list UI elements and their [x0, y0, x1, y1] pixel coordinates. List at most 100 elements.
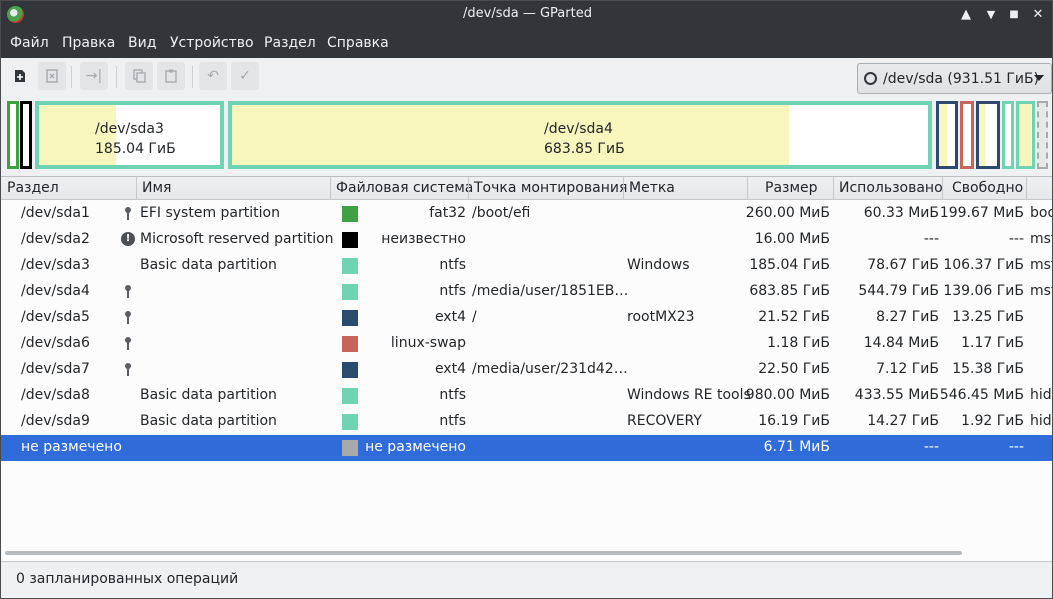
- column-separator: [833, 177, 834, 200]
- cell-used: ---: [923, 231, 939, 247]
- menu-device[interactable]: Устройство: [170, 35, 254, 51]
- filesystem-color-swatch: [342, 440, 358, 456]
- resize-move-icon[interactable]: →|: [80, 62, 108, 90]
- key-icon: [125, 363, 131, 377]
- cell-size: 1.18 ГиБ: [767, 335, 830, 351]
- diskmap-sda9[interactable]: [1016, 101, 1035, 169]
- cell-free: 13.25 ГиБ: [952, 309, 1024, 325]
- column-mountpoint[interactable]: Точка монтирования: [474, 180, 627, 196]
- paste-icon[interactable]: [157, 62, 185, 90]
- cell-filesystem: ntfs: [439, 413, 466, 429]
- cell-name: EFI system partition: [140, 205, 280, 221]
- cell-flags: hid: [1030, 387, 1052, 403]
- minimize-icon[interactable]: ▼: [981, 5, 1001, 25]
- cell-partition: /dev/sda4: [21, 283, 90, 299]
- cell-flags: hid: [1030, 413, 1052, 429]
- key-icon: [125, 207, 131, 221]
- key-icon: [125, 337, 131, 351]
- disk-map: /dev/sda3 185.04 ГиБ /dev/sda4 683.85 Ги…: [1, 97, 1052, 175]
- table-row[interactable]: /dev/sda8 Basic data partition ntfs Windows…: [1, 383, 1052, 409]
- column-partition[interactable]: Раздел: [7, 180, 59, 196]
- toolbar-separator: [71, 66, 72, 88]
- cell-free: ---: [1008, 231, 1024, 247]
- diskmap-sda5-used: [939, 104, 947, 166]
- cell-size: 683.85 ГиБ: [749, 283, 830, 299]
- device-selector[interactable]: /dev/sda (931.51 ГиБ): [857, 63, 1052, 94]
- delete-partition-icon[interactable]: [38, 62, 66, 90]
- menu-partition[interactable]: Раздел: [264, 35, 316, 51]
- diskmap-unallocated[interactable]: [1037, 101, 1048, 169]
- cell-size: 16.19 ГиБ: [758, 413, 830, 429]
- diskmap-sda2[interactable]: [20, 101, 32, 169]
- cell-partition: /dev/sda6: [21, 335, 90, 351]
- apply-icon[interactable]: ✓: [231, 62, 259, 90]
- diskmap-sda1[interactable]: [7, 101, 19, 169]
- cell-filesystem: неизвестно: [381, 231, 466, 247]
- table-row[interactable]: /dev/sda5 ext4 / rootMX23 21.52 ГиБ 8.27 ГиБ 1…: [1, 305, 1052, 331]
- table-row[interactable]: /dev/sda7 ext4/media/user/231d42… 22.50 Ги…: [1, 357, 1052, 383]
- cell-label: Windows: [627, 257, 690, 273]
- cell-partition: /dev/sda7: [21, 361, 90, 377]
- toolbar-separator: [116, 66, 117, 88]
- table-row[interactable]: /dev/sda3 Basic data partition ntfs Windows…: [1, 253, 1052, 279]
- keep-above-icon[interactable]: ▲: [956, 5, 976, 25]
- cell-free: 1.17 ГиБ: [961, 335, 1024, 351]
- key-icon: [125, 311, 131, 325]
- gparted-window: /dev/sda — GParted ▲ ▼ ■ ✕ Файл Правка В…: [0, 0, 1053, 599]
- column-filesystem[interactable]: Файловая система: [336, 180, 473, 196]
- cell-free: 1.92 ГиБ: [961, 413, 1024, 429]
- diskmap-sda7-used: [979, 104, 985, 166]
- cell-filesystem: не размечено: [365, 439, 466, 455]
- copy-icon[interactable]: [125, 62, 153, 90]
- cell-partition: /dev/sda5: [21, 309, 90, 325]
- column-label[interactable]: Метка: [629, 180, 675, 196]
- column-name[interactable]: Имя: [142, 180, 171, 196]
- cell-used: 433.55 МиБ: [854, 387, 939, 403]
- table-row[interactable]: не размечено не размечено 6.71 МиБ --- ---: [1, 435, 1052, 461]
- diskmap-sda3[interactable]: /dev/sda3 185.04 ГиБ: [35, 101, 224, 169]
- new-partition-icon[interactable]: [6, 62, 34, 90]
- cell-partition: /dev/sda1: [21, 205, 90, 221]
- device-selector-label: /dev/sda (931.51 ГиБ): [883, 70, 1040, 87]
- cell-free: 15.38 ГиБ: [952, 361, 1024, 377]
- column-separator: [942, 177, 943, 200]
- menu-view[interactable]: Вид: [128, 35, 156, 51]
- column-size[interactable]: Размер: [765, 180, 818, 196]
- window-title: /dev/sda — GParted: [463, 6, 592, 21]
- undo-icon[interactable]: ↶: [199, 62, 227, 90]
- table-row[interactable]: /dev/sda4 ntfs/media/user/1851EB… 683.85 Г…: [1, 279, 1052, 305]
- diskmap-sda6[interactable]: [960, 101, 974, 169]
- column-free[interactable]: Свободно: [952, 180, 1023, 196]
- diskmap-sda4[interactable]: /dev/sda4 683.85 ГиБ: [228, 101, 932, 169]
- horizontal-scrollbar[interactable]: [5, 551, 962, 555]
- cell-filesystem: linux-swap: [390, 335, 466, 351]
- cell-size: 21.52 ГиБ: [758, 309, 830, 325]
- diskmap-sda8[interactable]: [1002, 101, 1014, 169]
- filesystem-color-swatch: [342, 258, 358, 274]
- diskmap-sda9-used: [1019, 104, 1031, 166]
- cell-label: rootMX23: [627, 309, 695, 325]
- column-used[interactable]: Использовано: [839, 180, 943, 196]
- close-icon[interactable]: ✕: [1028, 5, 1048, 25]
- status-bar: 0 запланированных операций: [1, 561, 1052, 598]
- column-separator: [136, 177, 137, 200]
- menu-help[interactable]: Справка: [327, 35, 389, 51]
- table-row[interactable]: /dev/sda1 EFI system partition fat32/boot/…: [1, 201, 1052, 227]
- cell-free: 106.37 ГиБ: [943, 257, 1024, 273]
- maximize-icon[interactable]: ■: [1004, 5, 1024, 25]
- menu-file[interactable]: Файл: [10, 35, 49, 51]
- table-row[interactable]: /dev/sda6 linux-swap 1.18 ГиБ 14.84 МиБ 1.17…: [1, 331, 1052, 357]
- cell-mountpoint: /: [472, 309, 477, 325]
- table-row[interactable]: /dev/sda9 Basic data partition ntfs RECOVER…: [1, 409, 1052, 435]
- table-row[interactable]: /dev/sda2! Microsoft reserved partition не…: [1, 227, 1052, 253]
- cell-free: ---: [1008, 439, 1024, 455]
- diskmap-sda5[interactable]: [936, 101, 958, 169]
- menu-edit[interactable]: Правка: [62, 35, 115, 51]
- diskmap-sda4-size: 683.85 ГиБ: [544, 141, 625, 157]
- diskmap-sda7[interactable]: [976, 101, 1000, 169]
- cell-mountpoint: /boot/efi: [472, 205, 531, 221]
- partition-table: Раздел Имя Файловая система Точка монтир…: [1, 176, 1052, 561]
- menu-bar: Файл Правка Вид Устройство Раздел Справк…: [1, 29, 1052, 58]
- diskmap-sda3-size: 185.04 ГиБ: [95, 141, 176, 157]
- column-separator: [747, 177, 748, 200]
